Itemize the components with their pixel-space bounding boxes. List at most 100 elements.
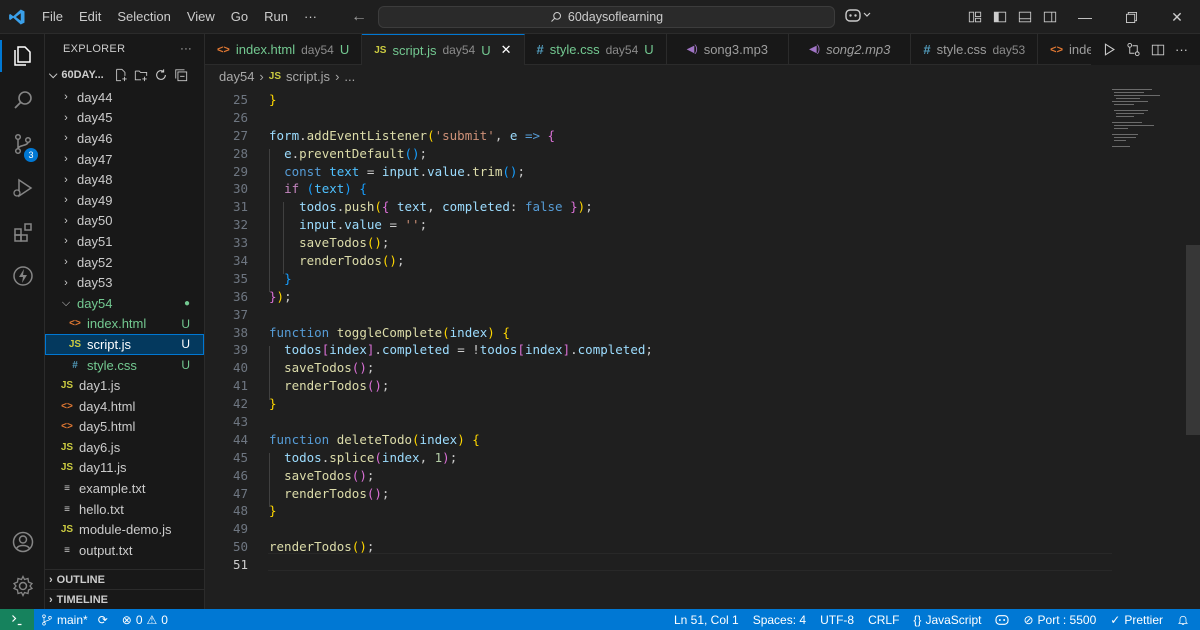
file-index-html[interactable]: <> index.html U: [45, 314, 204, 335]
live-server-port[interactable]: ⊘ Port : 5500: [1016, 613, 1103, 627]
untracked-status: U: [181, 358, 190, 373]
minimap[interactable]: [1112, 87, 1182, 167]
command-center-search[interactable]: 60daysoflearning: [378, 6, 835, 28]
restore-icon[interactable]: [1108, 0, 1154, 34]
line-number: 33: [232, 235, 248, 251]
problems-indicator[interactable]: ⊗ 0 ⚠ 0: [115, 613, 175, 627]
file-day6-js[interactable]: JS day6.js: [45, 437, 204, 458]
tab-song3-mp3[interactable]: ◀) song3.mp3: [667, 34, 790, 65]
branch-indicator[interactable]: main* ⟳: [34, 613, 115, 627]
folder-day46[interactable]: › day46: [45, 128, 204, 149]
file-day11-js[interactable]: JS day11.js: [45, 458, 204, 479]
search-view-icon[interactable]: [0, 78, 45, 122]
chevron-right-icon: ›: [49, 574, 53, 586]
explorer-icon[interactable]: [0, 34, 45, 78]
extensions-icon[interactable]: [0, 210, 45, 254]
line-ending[interactable]: CRLF: [861, 613, 906, 627]
folder-label: day50: [77, 213, 113, 229]
folder-day49[interactable]: › day49: [45, 190, 204, 211]
more-actions-icon[interactable]: ···: [1175, 42, 1188, 57]
toggle-secondary-sidebar-icon[interactable]: [1037, 0, 1062, 34]
close-tab-icon[interactable]: ✕: [501, 42, 512, 58]
folder-day54[interactable]: ⌵ day54 ●: [45, 293, 204, 314]
tab-style-css-day53[interactable]: # style.css day53: [911, 34, 1039, 65]
cursor-position[interactable]: Ln 51, Col 1: [667, 613, 746, 627]
menu-go[interactable]: Go: [223, 0, 256, 34]
menu-view[interactable]: View: [179, 0, 223, 34]
indentation[interactable]: Spaces: 4: [746, 613, 813, 627]
back-arrow-icon[interactable]: ←: [351, 8, 367, 26]
menu-selection[interactable]: Selection: [109, 0, 178, 34]
outline-label: OUTLINE: [56, 574, 105, 586]
file-example-txt[interactable]: ≡ example.txt: [45, 478, 204, 499]
source-control-icon[interactable]: 3: [0, 122, 45, 166]
file-day1-js[interactable]: JS day1.js: [45, 375, 204, 396]
file-style-css[interactable]: # style.css U: [45, 355, 204, 376]
outline-section[interactable]: › OUTLINE: [45, 569, 204, 590]
notifications-bell-icon[interactable]: [1170, 614, 1196, 626]
folder-day53[interactable]: › day53: [45, 272, 204, 293]
code-line: todos[index].completed = !todos[index].c…: [284, 342, 653, 358]
remote-icon[interactable]: [0, 609, 34, 630]
sync-icon[interactable]: ⟳: [98, 613, 108, 627]
minimize-icon[interactable]: —: [1062, 0, 1108, 34]
breadcrumb-more[interactable]: ...: [344, 69, 355, 84]
folder-day51[interactable]: › day51: [45, 231, 204, 252]
warning-count: 0: [161, 612, 168, 627]
chevron-right-icon: ›: [64, 91, 68, 104]
explorer-more-button[interactable]: ···: [180, 43, 192, 55]
menu-run[interactable]: Run: [256, 0, 296, 34]
file-label: example.txt: [79, 481, 146, 497]
code-line: });: [269, 288, 292, 304]
file-script-js[interactable]: JS script.js U: [45, 334, 204, 355]
tab-song2-mp3[interactable]: ◀) song2.mp3: [789, 34, 912, 65]
status-bar: main* ⟳ ⊗ 0 ⚠ 0 Ln 51, Col 1 Spaces: 4 U…: [0, 609, 1200, 630]
manage-gear-icon[interactable]: [0, 564, 45, 608]
breadcrumb-folder[interactable]: day54: [219, 69, 254, 84]
file-module-demo-js[interactable]: JS module-demo.js: [45, 519, 204, 540]
menu-more[interactable]: ···: [296, 0, 325, 34]
file-output-txt[interactable]: ≡ output.txt: [45, 540, 204, 561]
run-file-icon[interactable]: [1103, 43, 1116, 56]
run-debug-icon[interactable]: [0, 166, 45, 210]
close-window-icon[interactable]: ✕: [1154, 0, 1200, 34]
folder-day52[interactable]: › day52: [45, 252, 204, 273]
breadcrumb-file[interactable]: script.js: [286, 69, 330, 84]
line-number: 28: [232, 145, 248, 161]
language-mode[interactable]: {} JavaScript: [906, 613, 988, 627]
folder-day47[interactable]: › day47: [45, 149, 204, 170]
prettier-status[interactable]: ✓ Prettier: [1103, 613, 1170, 627]
timeline-section[interactable]: › TIMELINE: [45, 589, 204, 609]
file-label: hello.txt: [79, 501, 124, 517]
tab-script-js[interactable]: JS script.js day54 U ✕: [362, 34, 525, 65]
tab-status: U: [481, 42, 491, 58]
open-changes-icon[interactable]: [1126, 42, 1141, 57]
file-day4-html[interactable]: <> day4.html: [45, 396, 204, 417]
folder-day48[interactable]: › day48: [45, 169, 204, 190]
menu-edit[interactable]: Edit: [71, 0, 109, 34]
folder-day44[interactable]: › day44: [45, 87, 204, 108]
file-tree: › day44 › day45 › day46 › day47 › day48 › day4…: [45, 79, 204, 561]
line-number: 25: [232, 92, 248, 107]
split-editor-icon[interactable]: [1151, 43, 1165, 57]
live-server-icon[interactable]: [0, 254, 45, 298]
tab-index-html[interactable]: <> index.html day54 U: [205, 34, 363, 65]
accounts-icon[interactable]: [0, 520, 45, 564]
modified-dot-icon: ●: [183, 297, 190, 309]
copilot-status-icon[interactable]: [988, 614, 1016, 626]
file-label: script.js: [87, 336, 132, 352]
code-editor[interactable]: 25 26 27 28 29 30 31 32 33 34 35 36 37 3…: [205, 87, 1200, 609]
toggle-primary-sidebar-icon[interactable]: [987, 0, 1012, 34]
customize-layout-icon[interactable]: [962, 0, 987, 34]
folder-day50[interactable]: › day50: [45, 211, 204, 232]
toggle-panel-icon[interactable]: [1012, 0, 1037, 34]
untracked-status: U: [181, 316, 190, 331]
tab-style-css[interactable]: # style.css day54 U: [525, 34, 667, 65]
encoding[interactable]: UTF-8: [813, 613, 861, 627]
copilot-icon[interactable]: [845, 7, 871, 26]
file-day5-html[interactable]: <> day5.html: [45, 417, 204, 438]
vertical-scrollbar[interactable]: [1186, 245, 1200, 435]
menu-file[interactable]: File: [34, 0, 71, 34]
file-hello-txt[interactable]: ≡ hello.txt: [45, 499, 204, 520]
folder-day45[interactable]: › day45: [45, 108, 204, 129]
